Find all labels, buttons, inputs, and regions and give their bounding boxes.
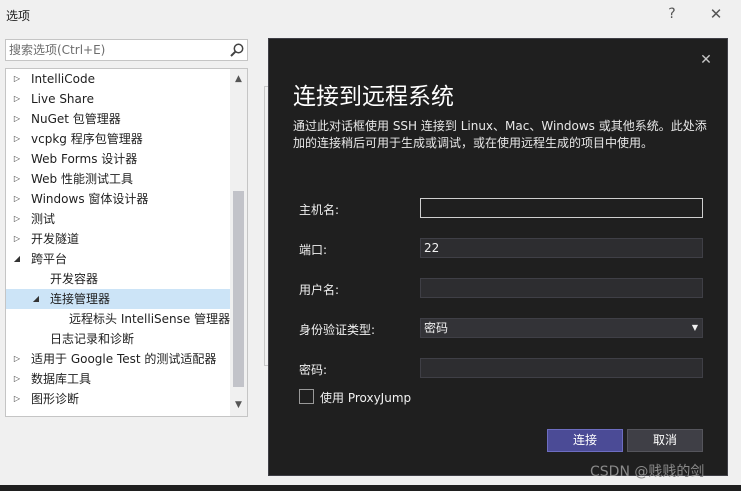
tree-item-label: Live Share	[31, 92, 94, 106]
tree-item[interactable]: ▷ vcpkg 程序包管理器	[6, 129, 230, 149]
tree-item[interactable]: ▷ 适用于 Google Test 的测试适配器	[6, 349, 230, 369]
tree-item[interactable]: ▷ NuGet 包管理器	[6, 109, 230, 129]
port-label: 端口:	[299, 243, 328, 257]
collapsed-arrow-icon[interactable]: ▷	[12, 229, 22, 249]
cancel-button[interactable]: 取消	[627, 429, 703, 452]
collapsed-arrow-icon[interactable]: ▷	[12, 129, 22, 149]
auth-type-select[interactable]: 密码 ▼	[420, 318, 703, 338]
tree-item-label: Web Forms 设计器	[31, 152, 138, 166]
tree-item-label: IntelliCode	[31, 72, 95, 86]
tree-item-label: 连接管理器	[50, 292, 111, 306]
tree-item[interactable]: ◢ 跨平台	[6, 249, 230, 269]
password-input[interactable]	[420, 358, 703, 378]
scroll-thumb[interactable]	[233, 191, 244, 387]
scroll-down-icon[interactable]: ▼	[230, 397, 247, 414]
tree-item-label: 图形诊断	[31, 392, 80, 406]
tree-item-label: 开发隧道	[31, 232, 80, 246]
options-search-box	[5, 39, 248, 61]
tree-item[interactable]: ▷ 数据库工具	[6, 369, 230, 389]
tree-item[interactable]: ▷ 开发隧道	[6, 229, 230, 249]
password-label: 密码:	[299, 363, 328, 377]
tree-item[interactable]: ◢ 连接管理器	[6, 289, 230, 309]
tree-item[interactable]: ▷ IntelliCode	[6, 69, 230, 89]
scroll-up-icon[interactable]: ▲	[230, 71, 247, 88]
tree-item[interactable]: ▷ Windows 窗体设计器	[6, 189, 230, 209]
title-bar: 选项 ? ✕	[0, 0, 741, 30]
dialog-close-icon[interactable]: ✕	[697, 51, 715, 69]
tree-item[interactable]: 开发容器	[6, 269, 230, 289]
taskbar-edge	[0, 485, 741, 491]
connect-button[interactable]: 连接	[547, 429, 623, 452]
tree-item[interactable]: ▷ 测试	[6, 209, 230, 229]
tree-item-label: 远程标头 IntelliSense 管理器	[69, 312, 231, 326]
tree-item-label: 日志记录和诊断	[50, 332, 135, 346]
tree-item-label: Windows 窗体设计器	[31, 192, 149, 206]
collapsed-arrow-icon[interactable]: ▷	[12, 89, 22, 109]
auth-type-value: 密码	[424, 321, 449, 335]
help-button[interactable]: ?	[660, 4, 684, 24]
port-input[interactable]	[420, 238, 703, 258]
tree-item-label: vcpkg 程序包管理器	[31, 132, 143, 146]
watermark: CSDN @贱贱的剑	[590, 464, 705, 480]
tree-item[interactable]: 日志记录和诊断	[6, 329, 230, 349]
search-input[interactable]	[9, 42, 224, 58]
user-label: 用户名:	[299, 283, 340, 297]
tree-item-label: 适用于 Google Test 的测试适配器	[31, 352, 217, 366]
tree-item[interactable]: ▷ Live Share	[6, 89, 230, 109]
dialog-description: 通过此对话框使用 SSH 连接到 Linux、Mac、Windows 或其他系统…	[293, 119, 707, 150]
connect-remote-dialog: ✕ 连接到远程系统 通过此对话框使用 SSH 连接到 Linux、Mac、Win…	[268, 38, 728, 476]
tree-item[interactable]: ▷ Web Forms 设计器	[6, 149, 230, 169]
proxyjump-label[interactable]: 使用 ProxyJump	[320, 389, 411, 406]
tree-item-label: NuGet 包管理器	[31, 112, 121, 126]
tree-list: ▷ IntelliCode ▷ Live Share ▷ NuGet 包管理器 ▷ vcpkg…	[6, 69, 230, 409]
collapsed-arrow-icon[interactable]: ▷	[12, 209, 22, 229]
user-input[interactable]	[420, 278, 703, 298]
tree-scrollbar[interactable]: ▲ ▼	[230, 69, 247, 416]
collapsed-arrow-icon[interactable]: ▷	[12, 389, 22, 409]
collapsed-arrow-icon[interactable]: ▷	[12, 109, 22, 129]
tree-item-label: 跨平台	[31, 252, 68, 266]
tree-item[interactable]: ▷ 图形诊断	[6, 389, 230, 409]
tree-item[interactable]: 远程标头 IntelliSense 管理器	[6, 309, 230, 329]
tree-item-label: 测试	[31, 212, 56, 226]
tree-item-label: Web 性能测试工具	[31, 172, 133, 186]
collapsed-arrow-icon[interactable]: ▷	[12, 169, 22, 189]
window-title: 选项	[6, 9, 31, 23]
options-tree: ▷ IntelliCode ▷ Live Share ▷ NuGet 包管理器 ▷ vcpkg…	[5, 68, 248, 417]
window-close-button[interactable]: ✕	[704, 4, 728, 24]
collapsed-arrow-icon[interactable]: ▷	[12, 69, 22, 89]
host-label: 主机名:	[299, 203, 340, 217]
proxyjump-checkbox[interactable]	[299, 389, 314, 404]
search-icon[interactable]	[229, 42, 245, 58]
tree-item[interactable]: ▷ Web 性能测试工具	[6, 169, 230, 189]
collapsed-arrow-icon[interactable]: ▷	[12, 369, 22, 389]
collapsed-arrow-icon[interactable]: ▷	[12, 149, 22, 169]
host-input[interactable]	[420, 198, 703, 218]
chevron-down-icon: ▼	[691, 323, 698, 332]
expanded-arrow-icon[interactable]: ◢	[12, 249, 22, 269]
expanded-arrow-icon[interactable]: ◢	[31, 289, 41, 309]
collapsed-arrow-icon[interactable]: ▷	[12, 349, 22, 369]
tree-item-label: 开发容器	[50, 272, 99, 286]
dialog-title: 连接到远程系统	[293, 84, 454, 110]
tree-item-label: 数据库工具	[31, 372, 92, 386]
auth-type-label: 身份验证类型:	[299, 323, 376, 337]
collapsed-arrow-icon[interactable]: ▷	[12, 189, 22, 209]
